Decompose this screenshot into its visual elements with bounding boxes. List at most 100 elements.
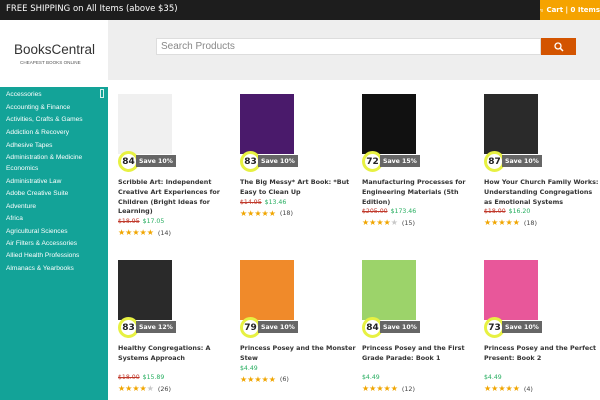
product-title[interactable]: Healthy Congregations: A Systems Approac…	[118, 344, 236, 364]
star-icon: ★	[491, 218, 499, 228]
review-count: (4)	[523, 384, 533, 393]
cart-icon	[540, 8, 544, 12]
star-icon: ★	[247, 208, 255, 218]
sidebar-item[interactable]: Africa	[6, 214, 102, 225]
rating: ★ ★ ★ ★ ★ (14)	[118, 228, 171, 237]
sidebar-item[interactable]: Accounting & Finance	[6, 103, 102, 114]
star-icon: ★	[268, 208, 276, 218]
current-price: $4.49	[362, 374, 380, 382]
current-price: $173.46	[390, 208, 417, 216]
sidebar-item[interactable]: Addiction & Recovery	[6, 128, 102, 139]
cart-button[interactable]: Cart | 0 Items	[540, 0, 600, 20]
price-row: $18.00 $16.20	[484, 208, 530, 215]
product-card[interactable]: 83 Save 12% Healthy Congregations: A Sys…	[118, 260, 236, 400]
product-title[interactable]: Scribble Art: Independent Creative Art E…	[118, 178, 236, 217]
book-cover-image[interactable]	[118, 260, 172, 320]
product-title[interactable]: How Your Church Family Works: Understand…	[484, 178, 600, 207]
discount-badge: Save 10%	[502, 321, 542, 333]
star-icon: ★	[498, 384, 506, 394]
book-cover-image[interactable]	[118, 94, 172, 154]
product-card[interactable]: 84 Save 10% Scribble Art: Independent Cr…	[118, 94, 236, 244]
discount-badge: Save 10%	[258, 321, 298, 333]
free-shipping-banner: FREE SHIPPING on All Items (above $35)	[6, 4, 178, 14]
rating: ★ ★ ★ ★ ★ (6)	[240, 375, 289, 384]
product-card[interactable]: 87 Save 10% How Your Church Family Works…	[484, 94, 600, 244]
sidebar-item[interactable]: Activities, Crafts & Games	[6, 115, 102, 126]
star-icon: ★	[146, 384, 154, 394]
sidebar-item[interactable]: Adobe Creative Suite	[6, 189, 102, 200]
old-price: $18.00	[484, 208, 506, 216]
current-price: $17.05	[142, 218, 165, 226]
star-icon: ★	[132, 384, 140, 394]
site-tagline: CHEAPEST BOOKS ONLINE	[20, 60, 81, 65]
star-icon: ★	[369, 384, 377, 394]
search-input[interactable]: Search Products	[156, 38, 541, 55]
star-icon: ★	[484, 384, 492, 394]
book-cover-image[interactable]	[362, 94, 416, 154]
product-card[interactable]: 72 Save 15% Manufacturing Processes for …	[362, 94, 480, 244]
book-cover-image[interactable]	[240, 260, 294, 320]
review-count: (15)	[401, 218, 415, 227]
product-title[interactable]: Manufacturing Processes for Engineering …	[362, 178, 480, 207]
product-title[interactable]: The Big Messy* Art Book: *But Easy to Cl…	[240, 178, 358, 198]
product-card[interactable]: 84 Save 10% Princess Posey and the First…	[362, 260, 480, 400]
rating: ★ ★ ★ ★ ★ (18)	[484, 218, 537, 227]
brand[interactable]: BooksCentral CHEAPEST BOOKS ONLINE	[0, 20, 108, 80]
star-icon: ★	[146, 228, 154, 238]
sidebar-item[interactable]: Adventure	[6, 202, 102, 213]
product-card[interactable]: 79 Save 10% Princess Posey and the Monst…	[240, 260, 358, 400]
old-price: $205.00	[362, 208, 388, 216]
star-icon: ★	[139, 228, 147, 238]
sidebar-item[interactable]: Accessories	[6, 90, 102, 101]
old-price: $18.95	[118, 218, 140, 226]
product-card[interactable]: 83 Save 10% The Big Messy* Art Book: *Bu…	[240, 94, 358, 244]
product-card[interactable]: 73 Save 10% Princess Posey and the Perfe…	[484, 260, 600, 400]
sidebar-item[interactable]: Agricultural Sciences	[6, 227, 102, 238]
price-row: $18.95 $17.05	[118, 218, 164, 225]
sidebar-item[interactable]: Administration & Medicine Economics	[6, 153, 102, 174]
cart-label: Cart | 0 Items	[546, 6, 600, 14]
current-price: $4.49	[240, 364, 258, 372]
product-title[interactable]: Princess Posey and the Monster Stew	[240, 344, 358, 364]
star-icon: ★	[261, 374, 269, 384]
sidebar-item[interactable]: Air Filters & Accessories	[6, 239, 102, 250]
review-count: (12)	[401, 384, 415, 393]
site-logo: BooksCentral	[14, 42, 96, 57]
rating: ★ ★ ★ ★ ★ (18)	[240, 209, 293, 218]
book-cover-image[interactable]	[240, 94, 294, 154]
review-count: (18)	[279, 209, 293, 218]
price-row: $4.49	[484, 374, 502, 381]
category-sidebar: Accessories Accounting & Finance Activit…	[0, 87, 108, 400]
star-icon: ★	[383, 384, 391, 394]
sidebar-item[interactable]: Administrative Law	[6, 177, 102, 188]
current-price: $15.89	[142, 374, 165, 382]
search-button[interactable]	[541, 38, 576, 55]
star-icon: ★	[247, 374, 255, 384]
sidebar-item[interactable]: Adhesive Tapes	[6, 141, 102, 152]
star-icon: ★	[484, 218, 492, 228]
old-price: $18.00	[118, 374, 140, 382]
star-icon: ★	[118, 228, 126, 238]
price-row: $4.49	[240, 365, 258, 372]
review-count: (26)	[157, 384, 171, 393]
book-cover-image[interactable]	[484, 94, 538, 154]
discount-badge: Save 10%	[380, 321, 420, 333]
product-title[interactable]: Princess Posey and the First Grade Parad…	[362, 344, 480, 364]
book-cover-image[interactable]	[362, 260, 416, 320]
star-icon: ★	[254, 208, 262, 218]
book-cover-image[interactable]	[484, 260, 538, 320]
star-icon: ★	[390, 218, 398, 228]
star-icon: ★	[362, 218, 370, 228]
sidebar-item[interactable]: Allied Health Professions	[6, 251, 102, 262]
star-icon: ★	[376, 384, 384, 394]
price-row: $4.49	[362, 374, 380, 381]
star-icon: ★	[261, 208, 269, 218]
discount-badge: Save 10%	[258, 155, 298, 167]
current-price: $4.49	[484, 374, 502, 382]
sidebar-item[interactable]: Almanacs & Yearbooks	[6, 264, 102, 275]
product-title[interactable]: Princess Posey and the Perfect Present: …	[484, 344, 600, 364]
star-icon: ★	[505, 218, 513, 228]
review-count: (6)	[279, 375, 289, 384]
star-icon: ★	[240, 374, 248, 384]
star-icon: ★	[254, 374, 262, 384]
